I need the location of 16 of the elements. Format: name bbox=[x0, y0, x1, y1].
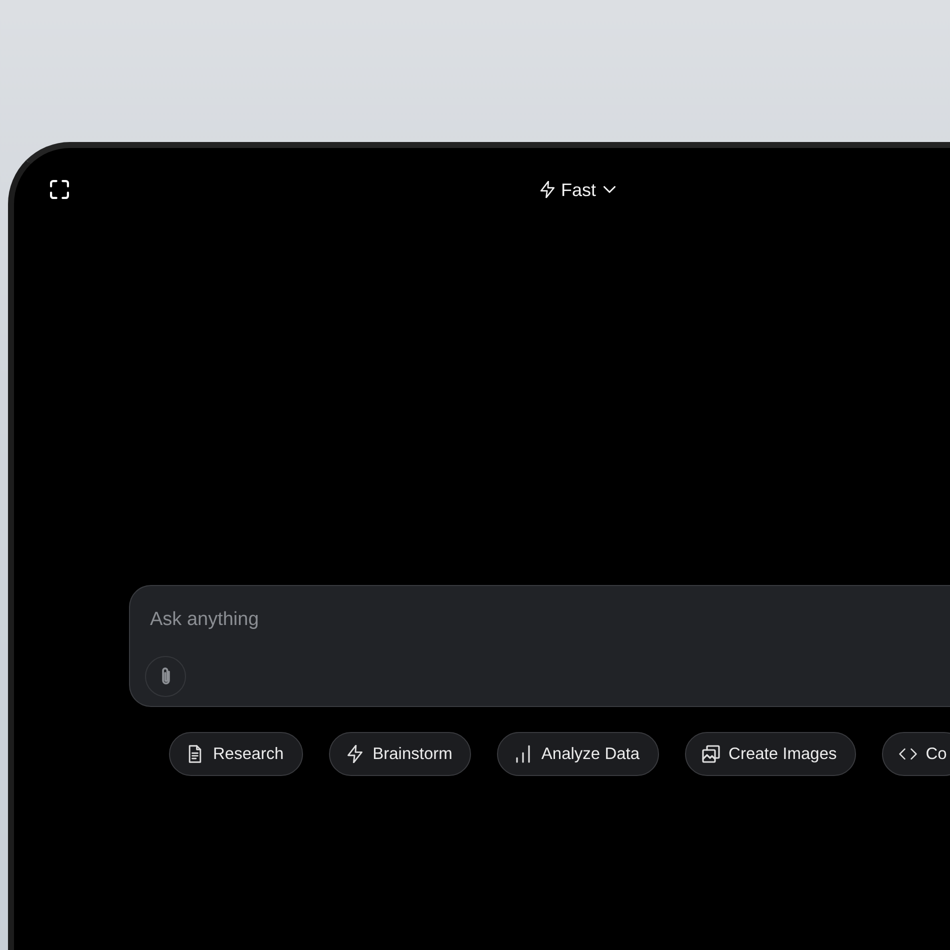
suggestion-chip[interactable]: Research bbox=[169, 732, 303, 776]
stacked-images-icon bbox=[702, 745, 720, 763]
chevron-down-icon bbox=[603, 186, 616, 193]
bar-chart-icon bbox=[514, 745, 532, 763]
document-icon bbox=[186, 745, 204, 763]
attach-button[interactable] bbox=[145, 656, 186, 697]
suggestion-chip[interactable]: Create Images bbox=[684, 732, 856, 776]
suggestion-chip[interactable]: Co bbox=[882, 732, 950, 776]
paperclip-icon bbox=[160, 666, 170, 686]
lightning-icon bbox=[346, 745, 364, 763]
expand-icon bbox=[50, 180, 69, 199]
message-input[interactable]: Ask anything bbox=[150, 607, 915, 633]
lightning-icon bbox=[540, 181, 555, 198]
suggestion-chip[interactable]: Brainstorm bbox=[328, 732, 472, 776]
suggestion-chip[interactable]: Analyze Data bbox=[497, 732, 659, 776]
mode-selector[interactable]: Fast bbox=[538, 180, 618, 200]
